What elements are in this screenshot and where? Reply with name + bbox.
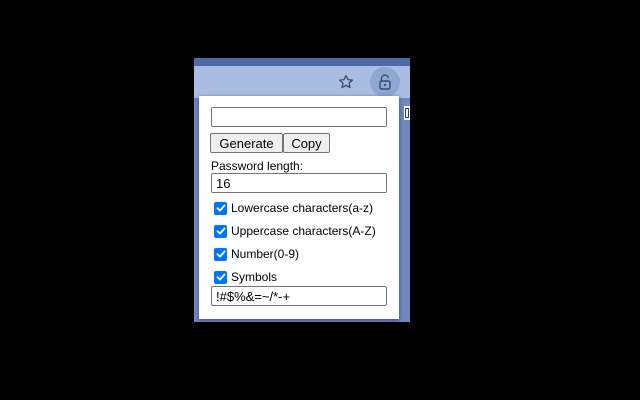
password-length-label: Password length: xyxy=(211,159,304,173)
lowercase-label: Lowercase characters(a-z) xyxy=(231,201,374,215)
generated-password-field[interactable] xyxy=(211,107,387,127)
star-icon xyxy=(338,74,354,89)
password-extension-button[interactable] xyxy=(370,67,400,97)
number-checkbox[interactable] xyxy=(214,247,227,261)
symbols-label: Symbols xyxy=(231,270,278,284)
uppercase-checkbox[interactable] xyxy=(214,224,227,238)
password-length-field[interactable] xyxy=(211,173,387,193)
password-generator-popup: Generate Copy Password length: Lowercase… xyxy=(199,96,399,319)
symbols-field[interactable] xyxy=(211,286,387,306)
unlock-icon xyxy=(379,74,391,90)
checkmark-icon xyxy=(216,227,225,235)
browser-tab-strip xyxy=(194,58,410,66)
screen: { "toolbar": { "bookmark_icon": "star-ic… xyxy=(0,0,640,400)
lowercase-option[interactable]: Lowercase characters(a-z) xyxy=(214,200,373,216)
checkmark-icon xyxy=(216,250,225,258)
checkmark-icon xyxy=(216,204,225,212)
number-label: Number(0-9) xyxy=(231,247,300,261)
lowercase-checkbox[interactable] xyxy=(214,201,227,215)
checkmark-icon xyxy=(216,273,225,281)
bookmark-star-button[interactable] xyxy=(334,70,358,94)
symbols-checkbox[interactable] xyxy=(214,270,227,284)
uppercase-option[interactable]: Uppercase characters(A-Z) xyxy=(214,223,376,239)
number-option[interactable]: Number(0-9) xyxy=(214,246,299,262)
generate-button[interactable]: Generate xyxy=(210,133,283,153)
browser-toolbar xyxy=(194,66,410,98)
symbols-option[interactable]: Symbols xyxy=(214,269,277,285)
uppercase-label: Uppercase characters(A-Z) xyxy=(231,224,376,238)
page-content-fragment xyxy=(405,108,409,118)
copy-button[interactable]: Copy xyxy=(283,133,330,153)
